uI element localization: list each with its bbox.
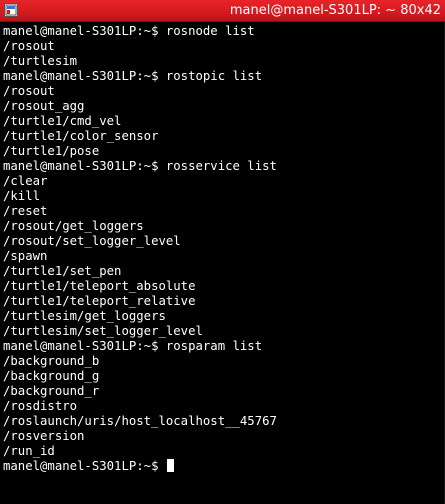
terminal-app-icon[interactable] [4,3,18,17]
terminal-line: /turtle1/teleport_relative [3,294,196,308]
terminal-line: /rosout [3,84,55,98]
terminal-line: /background_r [3,384,100,398]
terminal-window: manel@manel-S301LP: ~ 80x42 manel@manel-… [0,0,445,504]
terminal-line: /rosdistro [3,399,78,413]
text-cursor [166,459,174,472]
terminal-line: /turtlesim/set_logger_level [3,324,203,338]
terminal-line: /roslaunch/uris/host_localhost__45767 [3,414,277,428]
terminal-line: manel@manel-S301LP:~$ rosservice list [3,159,277,173]
terminal-line: /turtle1/pose [3,144,100,158]
terminal-line: /rosout_agg [3,99,85,113]
terminal-line: /spawn [3,249,48,263]
title-bar[interactable]: manel@manel-S301LP: ~ 80x42 [0,0,445,22]
terminal-output[interactable]: manel@manel-S301LP:~$ rosnode list/rosou… [3,24,443,502]
terminal-line: manel@manel-S301LP:~$ rostopic list [3,69,263,83]
terminal-line: /turtlesim/get_loggers [3,309,166,323]
terminal-line: manel@manel-S301LP:~$ rosnode list [3,24,255,38]
shell-prompt: manel@manel-S301LP:~$ [3,459,166,473]
terminal-line: /turtlesim [3,54,78,68]
terminal-line: /turtle1/color_sensor [3,129,159,143]
terminal-line: /rosversion [3,429,85,443]
terminal-line: /clear [3,174,48,188]
terminal-prompt-line[interactable]: manel@manel-S301LP:~$ [3,459,443,474]
terminal-line: /rosout/set_logger_level [3,234,181,248]
terminal-line: /kill [3,189,41,203]
terminal-line: /rosout/get_loggers [3,219,144,233]
terminal-line: /run_id [3,444,55,458]
window-title: manel@manel-S301LP: ~ 80x42 [229,3,441,18]
terminal-line: /background_b [3,354,100,368]
terminal-line: /rosout [3,39,55,53]
terminal-line: manel@manel-S301LP:~$ rosparam list [3,339,263,353]
terminal-line: /turtle1/cmd_vel [3,114,122,128]
terminal-line: /background_g [3,369,100,383]
terminal-line: /turtle1/teleport_absolute [3,279,196,293]
terminal-line: /reset [3,204,48,218]
terminal-line: /turtle1/set_pen [3,264,122,278]
